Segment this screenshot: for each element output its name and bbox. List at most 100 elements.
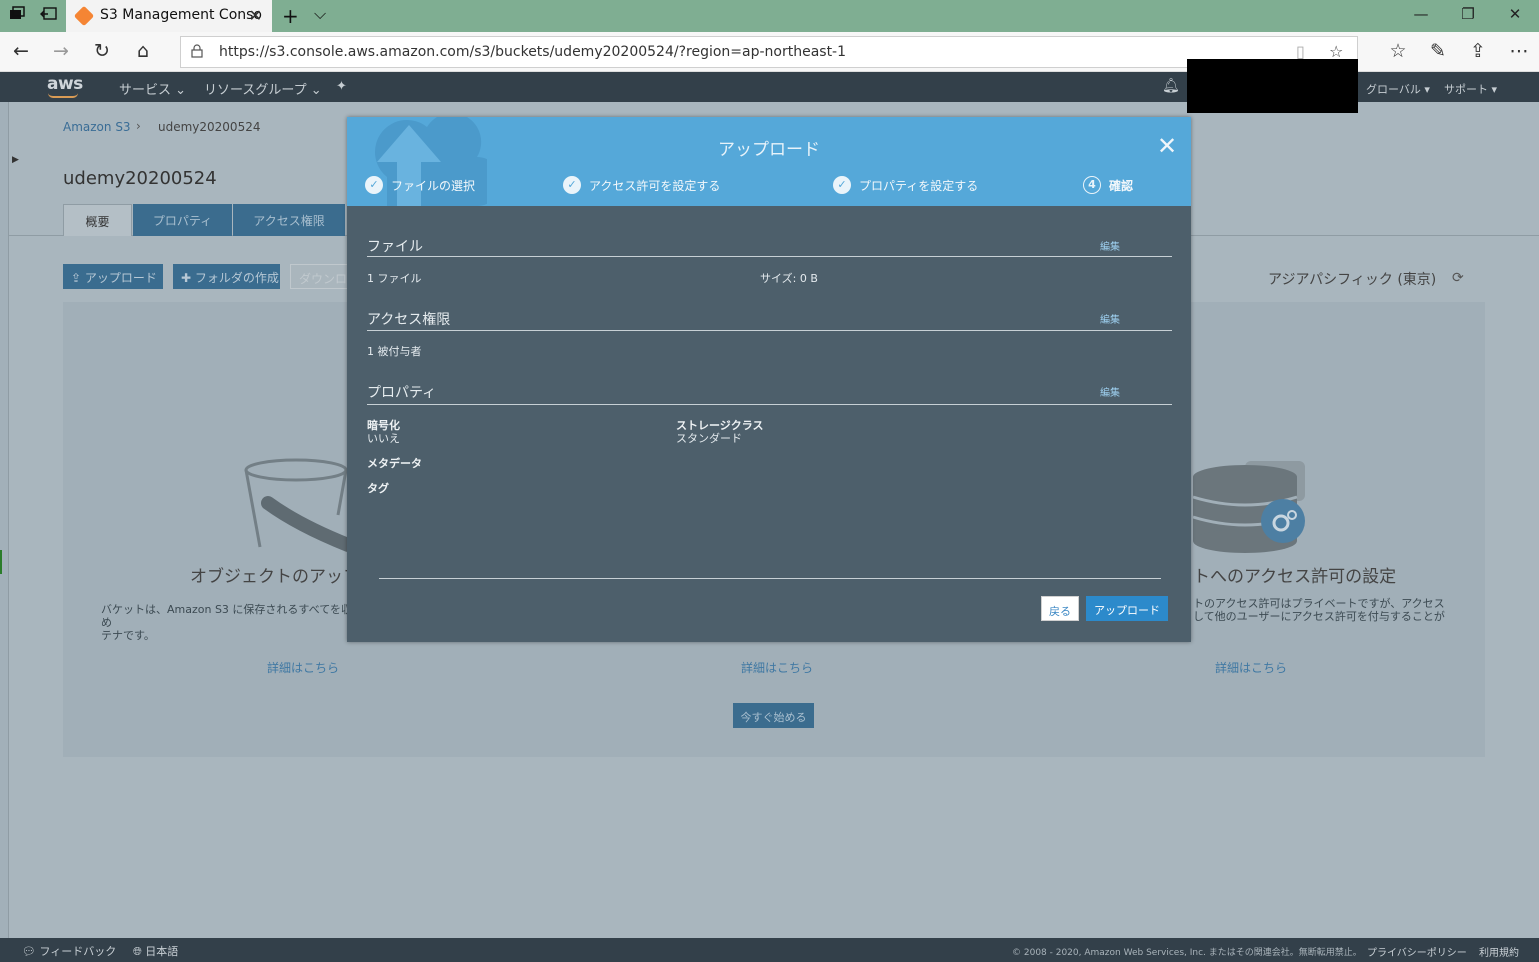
upload-dialog: アップロード ✕ ✓ ファイルの選択 ✓ アクセス許可を設定する ✓ プロパティ…: [347, 117, 1191, 642]
copyright-text: © 2008 - 2020, Amazon Web Services, Inc.…: [1012, 948, 1362, 958]
redacted-account-box: [1187, 59, 1358, 113]
terms-link[interactable]: 利用規約: [1479, 944, 1519, 959]
breadcrumb-current: udemy20200524: [158, 120, 261, 134]
share-icon[interactable]: ⇪: [1465, 40, 1491, 62]
download-button[interactable]: ダウンロー: [290, 264, 359, 289]
support-menu[interactable]: サポート ▾: [1444, 81, 1497, 97]
files-edit-link[interactable]: 編集: [1100, 238, 1120, 253]
card-upload-desc: バケットは、Amazon S3 に保存されるすべてを収め テナです。: [101, 603, 352, 642]
step-review[interactable]: 4 確認: [1083, 176, 1133, 194]
step-select-files[interactable]: ✓ ファイルの選択: [365, 176, 475, 194]
close-tab-icon[interactable]: ✕: [249, 6, 262, 25]
divider: [367, 404, 1172, 405]
tags-label: タグ: [367, 482, 389, 495]
check-icon: ✓: [365, 176, 383, 194]
close-icon[interactable]: ✕: [1157, 134, 1177, 158]
back-button[interactable]: 戻る: [1041, 596, 1079, 621]
region-menu[interactable]: グローバル ▾: [1366, 81, 1430, 97]
step-label: ファイルの選択: [391, 178, 476, 193]
expand-sidebar-icon[interactable]: ▶: [12, 155, 19, 165]
speech-bubble-icon: 💬︎: [22, 945, 40, 958]
step-set-properties[interactable]: ✓ プロパティを設定する: [833, 176, 978, 194]
upload-button[interactable]: ⇪ アップロード: [63, 264, 163, 289]
chevron-down-icon[interactable]: ⌵: [314, 4, 326, 24]
create-folder-label: フォルダの作成: [194, 271, 279, 285]
services-menu[interactable]: サービス ⌄: [119, 79, 186, 98]
upload-icon: ⇪: [71, 271, 85, 285]
resource-groups-menu[interactable]: リソースグループ ⌄: [204, 79, 322, 98]
language-selector[interactable]: 🌐︎ 日本語: [133, 943, 178, 959]
url-text: https://s3.console.aws.amazon.com/s3/buc…: [219, 44, 847, 60]
card-upload-title: オブジェクトのアッフ: [190, 567, 360, 587]
learn-more-link-2[interactable]: 詳細はこちら: [741, 659, 813, 676]
step-label: プロパティを設定する: [859, 178, 979, 193]
forward-arrow-icon[interactable]: →: [48, 40, 74, 62]
refresh-icon[interactable]: ↻: [89, 40, 115, 62]
file-count: 1 ファイル: [367, 272, 422, 285]
home-icon[interactable]: ⌂: [130, 40, 156, 62]
tab-permissions[interactable]: アクセス権限: [233, 204, 345, 236]
feedback-label: フィードバック: [39, 945, 117, 958]
left-rail[interactable]: [0, 102, 9, 938]
learn-more-link-3[interactable]: 詳細はこちら: [1215, 659, 1287, 676]
new-tab-icon[interactable]: +: [282, 4, 299, 28]
console-footer: 💬︎ フィードバック 🌐︎ 日本語 © 2008 - 2020, Amazon …: [0, 938, 1539, 962]
properties-edit-link[interactable]: 編集: [1100, 384, 1120, 399]
pen-icon[interactable]: ✎: [1425, 40, 1451, 62]
card-permissions-desc: トのアクセス許可はプライベートですが、アクセス して他のユーザーにアクセス許可を…: [1193, 597, 1445, 623]
files-section-title: ファイル: [367, 239, 423, 255]
chevron-right-icon: ›: [136, 119, 141, 133]
divider: [379, 578, 1161, 579]
favorites-list-icon[interactable]: ☆: [1385, 40, 1411, 62]
more-icon[interactable]: ⋯: [1506, 40, 1532, 62]
feedback-link[interactable]: 💬︎ フィードバック: [22, 943, 116, 959]
restore-icon[interactable]: ❐: [1453, 5, 1483, 23]
upload-dialog-header: アップロード ✕ ✓ ファイルの選択 ✓ アクセス許可を設定する ✓ プロパティ…: [347, 117, 1191, 206]
database-settings-icon: [1192, 461, 1305, 553]
properties-section-title: プロパティ: [367, 385, 437, 401]
back-arrow-icon[interactable]: ←: [8, 40, 34, 62]
aws-logo[interactable]: aws: [47, 74, 83, 94]
create-folder-button[interactable]: ✚ フォルダの作成: [173, 264, 280, 289]
privacy-link[interactable]: プライバシーポリシー: [1367, 944, 1467, 959]
get-started-button[interactable]: 今すぐ始める: [733, 703, 814, 728]
tab-actions-icon[interactable]: [7, 6, 27, 26]
set-tabs-aside-icon[interactable]: [39, 6, 59, 26]
breadcrumb-root[interactable]: Amazon S3: [63, 120, 131, 134]
learn-more-link-1[interactable]: 詳細はこちら: [267, 659, 339, 676]
encryption-value: いいえ: [367, 432, 400, 445]
page-title: udemy20200524: [63, 168, 217, 189]
permissions-edit-link[interactable]: 編集: [1100, 311, 1120, 326]
step-label: 確認: [1109, 178, 1134, 193]
plus-icon: ✚: [181, 271, 195, 285]
check-icon: ✓: [833, 176, 851, 194]
divider: [367, 256, 1172, 257]
upload-dialog-title: アップロード: [718, 140, 820, 160]
divider: [367, 330, 1172, 331]
tab-overview[interactable]: 概要: [63, 204, 132, 236]
minimize-icon[interactable]: —: [1406, 5, 1436, 23]
lock-icon: [191, 44, 203, 58]
edge-accent: [0, 550, 2, 574]
region-label: アジアパシフィック (東京): [1268, 272, 1437, 288]
aws-logo-smile-icon: [48, 93, 78, 98]
url-input[interactable]: https://s3.console.aws.amazon.com/s3/buc…: [180, 36, 1358, 68]
tab-properties[interactable]: プロパティ: [133, 204, 232, 236]
upload-button-label: アップロード: [84, 271, 157, 285]
file-size: サイズ: 0 B: [760, 272, 818, 285]
step-number-badge: 4: [1083, 176, 1101, 194]
step-set-permissions[interactable]: ✓ アクセス許可を設定する: [563, 176, 720, 194]
globe-icon: 🌐︎: [133, 945, 146, 958]
pin-icon[interactable]: ✦: [336, 79, 347, 94]
browser-tab-active[interactable]: S3 Management Conso ✕: [66, 0, 272, 32]
step-label: アクセス許可を設定する: [589, 178, 721, 193]
close-window-icon[interactable]: ✕: [1500, 5, 1530, 23]
confirm-upload-button[interactable]: アップロード: [1086, 596, 1168, 621]
card-permissions-title: トへのアクセス許可の設定: [1193, 567, 1397, 587]
browser-tab-title: S3 Management Conso: [100, 7, 262, 23]
aws-favicon-icon: [73, 5, 95, 27]
check-icon: ✓: [563, 176, 581, 194]
permissions-section-title: アクセス権限: [367, 312, 451, 328]
refresh-list-icon[interactable]: ⟳: [1452, 270, 1464, 286]
bell-icon[interactable]: 🔔︎: [1162, 78, 1180, 94]
